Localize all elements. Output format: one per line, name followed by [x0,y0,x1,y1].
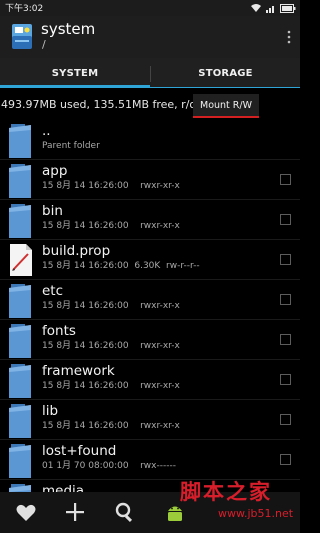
file-name: app [42,163,68,179]
file-meta: 15 8月 14 16:26:00 rwxr-xr-x [42,421,180,431]
list-item-fonts[interactable]: fonts 15 8月 14 16:26:00 rwxr-xr-x [0,320,300,360]
folder-icon [9,284,31,318]
file-name: .. [42,123,51,139]
file-name: lib [42,403,59,419]
file-name: framework [42,363,115,379]
list-item-app[interactable]: app 15 8月 14 16:26:00 rwxr-xr-x [0,160,300,200]
mount-button-highlight [193,116,259,118]
select-checkbox[interactable] [280,374,291,385]
file-meta: 15 8月 14 16:26:00 rwxr-xr-x [42,341,180,351]
folder-icon [9,484,31,492]
select-checkbox[interactable] [280,294,291,305]
list-item-lib[interactable]: lib 15 8月 14 16:26:00 rwxr-xr-x [0,400,300,440]
storage-usage-text: 493.97MB used, 135.51MB free, r/o [1,98,197,111]
folder-icon [9,164,31,198]
folder-icon [9,444,31,478]
list-item-etc[interactable]: etc 15 8月 14 16:26:00 rwxr-xr-x [0,280,300,320]
list-item-parent-folder[interactable]: .. Parent folder [0,120,300,160]
battery-icon [280,3,296,13]
select-checkbox[interactable] [280,414,291,425]
tab-bar: SYSTEM STORAGE [0,58,300,88]
watermark-text: 脚本之家 [180,479,272,504]
overflow-menu-icon [287,30,291,44]
text-file-icon [10,244,32,276]
search-icon[interactable] [113,500,137,524]
select-checkbox[interactable] [280,254,291,265]
status-time: 下午3:02 [5,4,44,14]
file-meta: 15 8月 14 16:26:00 6.30K rw-r--r-- [42,261,200,271]
tab-system[interactable]: SYSTEM [0,58,150,88]
file-meta: 15 8月 14 16:26:00 rwxr-xr-x [42,381,180,391]
folder-icon [9,124,31,158]
select-checkbox[interactable] [280,214,291,225]
list-item-bin[interactable]: bin 15 8月 14 16:26:00 rwxr-xr-x [0,200,300,240]
file-name: bin [42,203,63,219]
page-title: system [41,20,96,38]
status-bar: 下午3:02 [0,0,300,16]
current-path: / [42,38,46,51]
file-manager-screen: 下午3:02 system / SYSTEM STORAGE 493.97MB … [0,0,300,533]
list-item-build-prop[interactable]: build.prop 15 8月 14 16:26:00 6.30K rw-r-… [0,240,300,280]
overflow-menu-button[interactable] [278,16,300,58]
folder-icon [9,204,31,238]
file-meta: 15 8月 14 16:26:00 rwxr-xr-x [42,301,180,311]
watermark-url: www.jb51.net [218,507,294,520]
file-meta: 15 8月 14 16:26:00 rwxr-xr-x [42,181,180,191]
file-name: build.prop [42,243,111,259]
tab-storage[interactable]: STORAGE [151,58,300,88]
watermark: 脚本之家 www.jb51.net [162,472,300,533]
file-name: fonts [42,323,76,339]
select-checkbox[interactable] [280,454,291,465]
wifi-icon [251,4,261,12]
select-checkbox[interactable] [280,334,291,345]
file-list: .. Parent folder app 15 8月 14 16:26:00 r… [0,120,300,492]
file-name: media [42,483,85,492]
mount-rw-button[interactable]: Mount R/W [193,94,259,116]
file-meta: 15 8月 14 16:26:00 rwxr-xr-x [42,221,180,231]
app-logo-icon[interactable] [10,21,34,51]
folder-icon [9,324,31,358]
storage-info-bar: 493.97MB used, 135.51MB free, r/o Mount … [0,88,300,120]
signal-icon [266,6,274,13]
heart-icon[interactable] [14,500,38,524]
folder-icon [9,404,31,438]
file-name: lost+found [42,443,117,459]
folder-icon [9,364,31,398]
status-icons [250,2,296,14]
list-item-framework[interactable]: framework 15 8月 14 16:26:00 rwxr-xr-x [0,360,300,400]
file-name: etc [42,283,64,299]
select-checkbox[interactable] [280,174,291,185]
file-meta: Parent folder [42,141,100,151]
plus-icon[interactable] [63,500,87,524]
file-meta: 01 1月 70 08:00:00 rwx------ [42,461,176,471]
title-bar: system / [0,16,300,58]
